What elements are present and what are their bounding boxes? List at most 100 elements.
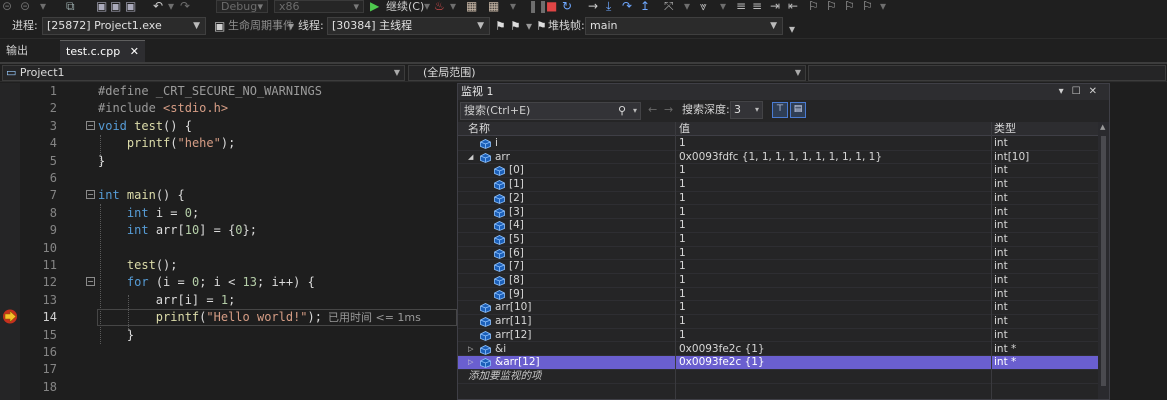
watch-value-cell[interactable]: 1 xyxy=(679,329,989,343)
window-menu-icon[interactable]: ▾ xyxy=(1059,86,1072,97)
close-icon[interactable]: ✕ xyxy=(1089,86,1105,97)
watch-value-cell[interactable]: 1 xyxy=(679,315,989,329)
watch-row[interactable]: [1] 1 int xyxy=(458,178,1098,192)
process-select[interactable]: [25872] Project1.exe ▼ xyxy=(42,17,206,35)
next-bookmark-icon[interactable]: ⚐ xyxy=(844,0,855,15)
tab-output[interactable]: 输出 xyxy=(0,40,34,62)
undo-icon[interactable]: ↶ xyxy=(153,0,163,15)
scroll-thumb[interactable] xyxy=(1101,136,1106,386)
toolbar-dropdown-icon[interactable]: ▾ xyxy=(510,0,516,15)
pin-icon[interactable]: ⊤ xyxy=(772,102,788,118)
expand-toggle-icon[interactable]: ▷ xyxy=(468,356,476,370)
nav-dropdown-icon[interactable]: ▾ xyxy=(40,0,46,15)
watch-row[interactable]: [3] 1 int xyxy=(458,206,1098,220)
search-prev-icon[interactable]: ← xyxy=(648,103,657,117)
fold-toggle[interactable]: − xyxy=(86,190,95,199)
attach-icon[interactable]: ▦ xyxy=(488,0,499,15)
watch-row[interactable]: arr[11] 1 int xyxy=(458,315,1098,329)
watch-value-cell[interactable]: 0x0093fe2c {1} xyxy=(679,356,989,370)
lifecycle-icon[interactable]: ▣ xyxy=(214,20,225,35)
diagnostic-icon[interactable]: ▦ xyxy=(466,0,477,15)
lifecycle-events-button[interactable]: 生命周期事件 xyxy=(228,19,294,33)
flag-toggle-icon[interactable]: ⚑ xyxy=(510,20,521,35)
bookmark-icon[interactable]: ⚐ xyxy=(808,0,819,15)
tab-test-c-cpp[interactable]: test.c.cpp ✕ xyxy=(60,40,145,62)
watch-row[interactable]: ◢ arr 0x0093fdfc {1, 1, 1, 1, 1, 1, 1, 1, … xyxy=(458,151,1098,165)
watch-row[interactable]: [0] 1 int xyxy=(458,164,1098,179)
diag-dropdown-icon[interactable]: ▾ xyxy=(720,0,726,15)
expand-toggle-icon[interactable]: ▷ xyxy=(468,343,476,357)
step-into-icon[interactable]: ⤓ xyxy=(606,0,611,15)
watch-row[interactable]: [2] 1 int xyxy=(458,192,1098,206)
restart-icon[interactable]: ↻ xyxy=(562,0,572,15)
hex-display-icon[interactable]: ⤧ xyxy=(664,0,674,15)
platform-select[interactable]: x86 ▾ xyxy=(274,0,364,13)
watch-value-cell[interactable]: 1 xyxy=(679,260,989,274)
project-select[interactable]: ▭ Project1 ▼ xyxy=(2,65,405,81)
add-watch-item[interactable]: 添加要监视的项 xyxy=(458,370,1098,384)
outdent-icon[interactable]: ⇤ xyxy=(788,0,798,15)
flag-thread-icon[interactable]: ⚑ xyxy=(495,20,506,35)
hot-reload-icon[interactable]: ♨ xyxy=(434,0,445,15)
column-type-header[interactable]: 类型 xyxy=(994,122,1016,136)
watch-row[interactable]: arr[10] 1 int xyxy=(458,301,1098,316)
continue-play-icon[interactable]: ▶ xyxy=(370,0,379,15)
view-icon[interactable]: ▤ xyxy=(790,102,806,118)
watch-row[interactable]: [4] 1 int xyxy=(458,219,1098,233)
breakpoint-gutter[interactable] xyxy=(0,83,20,400)
stop-icon[interactable]: ■ xyxy=(546,0,557,15)
forward-icon[interactable]: ⊝ xyxy=(20,0,30,15)
search-next-icon[interactable]: → xyxy=(664,103,673,117)
watch-row[interactable]: [8] 1 int xyxy=(458,274,1098,288)
thread-select[interactable]: [30384] 主线程 ▼ xyxy=(327,17,490,35)
watch-value-cell[interactable]: 1 xyxy=(679,137,989,151)
watch-row[interactable]: [7] 1 int xyxy=(458,260,1098,274)
watch-value-cell[interactable]: 1 xyxy=(679,301,989,315)
column-name-header[interactable]: 名称 xyxy=(468,122,490,136)
step-over-icon[interactable]: ↷ xyxy=(622,0,632,15)
fold-toggle[interactable]: − xyxy=(86,121,95,130)
watch-value-cell[interactable]: 1 xyxy=(679,178,989,192)
member-select[interactable] xyxy=(808,65,1166,81)
watch-value-cell[interactable]: 1 xyxy=(679,288,989,302)
toolbar-overflow-icon[interactable]: ▾ xyxy=(880,0,886,15)
search-icon[interactable]: ⚲ xyxy=(618,103,626,119)
prev-bookmark-icon[interactable]: ⚐ xyxy=(826,0,837,15)
watch-value-cell[interactable]: 1 xyxy=(679,164,989,178)
watch-value-cell[interactable]: 1 xyxy=(679,219,989,233)
step-dropdown-icon[interactable]: ▾ xyxy=(684,0,690,15)
indent-icon[interactable]: ⇥ xyxy=(770,0,780,15)
watch-row[interactable]: arr[12] 1 int xyxy=(458,329,1098,343)
back-icon[interactable]: ⊝ xyxy=(2,0,12,15)
watch-value-cell[interactable]: 1 xyxy=(679,274,989,288)
toolbar-options-icon[interactable]: ▾ xyxy=(789,23,795,38)
column-value-header[interactable]: 值 xyxy=(679,122,690,136)
watch-row[interactable]: i 1 int xyxy=(458,137,1098,151)
scroll-up-icon[interactable]: ▲ xyxy=(1100,123,1105,131)
continue-dropdown-icon[interactable]: ▾ xyxy=(424,0,430,15)
fold-toggle[interactable]: − xyxy=(86,277,95,286)
watch-row[interactable]: ▷ &i 0x0093fe2c {1} int * xyxy=(458,343,1098,357)
comment-icon[interactable]: ≡ xyxy=(736,0,746,15)
expand-toggle-icon[interactable]: ◢ xyxy=(468,151,476,165)
chevron-down-icon[interactable]: ▾ xyxy=(633,103,637,119)
save-icon[interactable]: ▣ xyxy=(110,0,121,15)
watch-row[interactable]: [5] 1 int xyxy=(458,233,1098,247)
step-out-icon[interactable]: ↥ xyxy=(640,0,650,15)
close-icon[interactable]: ✕ xyxy=(130,45,139,58)
open-icon[interactable]: ▣ xyxy=(96,0,107,15)
thread-dropdown-icon[interactable]: ▾ xyxy=(526,20,532,35)
watch-search-input[interactable]: 搜索(Ctrl+E) ⚲ ▾ xyxy=(460,102,641,120)
watch-value-cell[interactable]: 1 xyxy=(679,233,989,247)
depth-select[interactable]: 3 ▾ xyxy=(730,101,763,119)
redo-icon[interactable]: ↷ xyxy=(180,0,190,15)
save-all-icon[interactable]: ▣ xyxy=(125,0,136,15)
maximize-icon[interactable]: ☐ xyxy=(1072,86,1089,97)
lifecycle-dropdown-icon[interactable]: ▾ xyxy=(288,20,294,35)
watch-value-cell[interactable]: 1 xyxy=(679,192,989,206)
new-project-icon[interactable]: ⧉ xyxy=(66,0,75,15)
watch-row[interactable]: ▷ &arr[12] 0x0093fe2c {1} int * xyxy=(458,356,1098,370)
stack-frame-icon[interactable]: ⚑ xyxy=(536,20,547,35)
diagnostic-tools-icon[interactable]: ⩔ xyxy=(700,0,707,15)
configuration-select[interactable]: Debug ▾ xyxy=(216,0,268,13)
